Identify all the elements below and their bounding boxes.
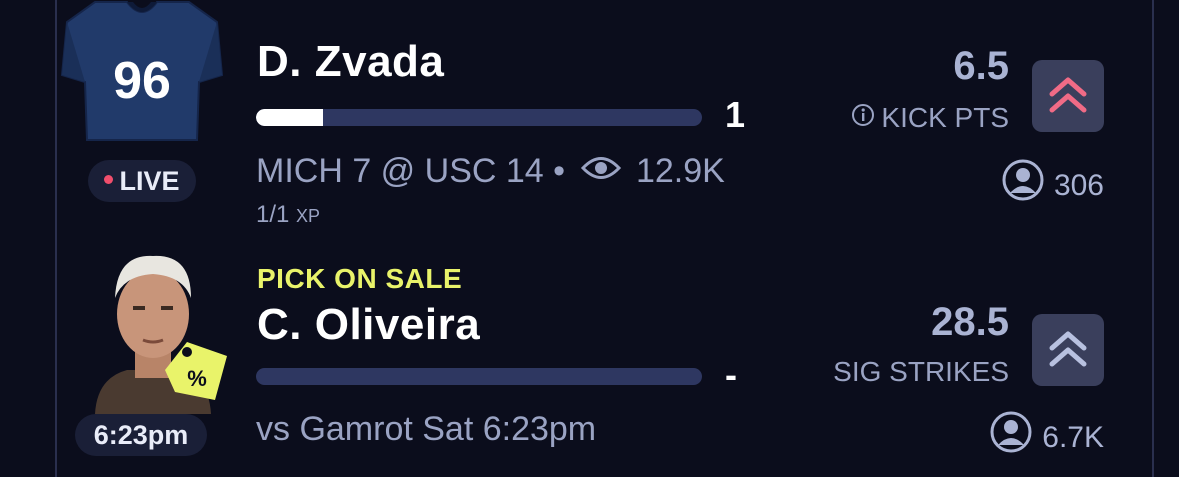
double-chevron-up-icon: [1049, 77, 1087, 113]
info-icon[interactable]: [851, 102, 875, 134]
sub-stat-unit: XP: [296, 206, 321, 226]
eye-icon: [580, 151, 621, 190]
stat-type-label: KICK PTS: [881, 102, 1009, 133]
more-button[interactable]: [1032, 60, 1104, 132]
progress-bar: [256, 368, 702, 385]
player-name: C. Oliveira: [257, 300, 481, 349]
double-chevron-up-icon: [1049, 331, 1087, 367]
user-icon: [1002, 159, 1044, 209]
progress-bar-fill: [256, 109, 323, 126]
list-border-right: [1152, 0, 1154, 477]
matchup-info: vs Gamrot Sat 6:23pm: [256, 410, 597, 448]
sub-stat: 1/1 XP: [256, 201, 320, 229]
game-score: MICH 7 @ USC 14 •: [256, 152, 566, 190]
live-dot: [104, 175, 114, 185]
current-stat-value: -: [725, 354, 737, 395]
time-badge: 6:23pm: [75, 414, 207, 456]
projection-card-zvada[interactable]: 96 LIVE D. Zvada 1 MICH 7 @ USC 14 • 12.…: [57, 0, 1152, 240]
stat-type: SIG STRIKES: [833, 356, 1009, 387]
svg-text:%: %: [187, 366, 207, 391]
projection-line: 6.5: [953, 44, 1009, 88]
sale-tag-icon: %: [157, 330, 237, 410]
progress-bar: [256, 109, 702, 126]
jersey-icon: 96: [57, 0, 227, 150]
pick-count: 306: [1002, 159, 1104, 212]
pick-count-value: 6.7K: [1042, 420, 1104, 454]
live-badge-label: LIVE: [119, 166, 180, 196]
user-icon: [990, 411, 1032, 461]
stat-type: KICK PTS: [851, 102, 1009, 136]
jersey-number: 96: [113, 52, 171, 110]
sub-stat-value: 1/1: [256, 201, 290, 228]
current-stat-value: 1: [725, 94, 746, 135]
player-name: D. Zvada: [257, 37, 445, 86]
app-frame: 96 LIVE D. Zvada 1 MICH 7 @ USC 14 • 12.…: [0, 0, 1179, 477]
projection-card-oliveira[interactable]: % 6:23pm PICK ON SALE C. Oliveira - vs G…: [57, 240, 1152, 477]
pick-count-value: 306: [1053, 168, 1104, 202]
game-info: MICH 7 @ USC 14 • 12.9K: [256, 152, 725, 193]
view-count: 12.9K: [635, 152, 725, 190]
promo-label: PICK ON SALE: [257, 263, 463, 294]
pick-count: 6.7K: [990, 411, 1104, 464]
projection-line: 28.5: [931, 300, 1009, 344]
live-badge: LIVE: [88, 160, 196, 202]
more-button[interactable]: [1032, 314, 1104, 386]
